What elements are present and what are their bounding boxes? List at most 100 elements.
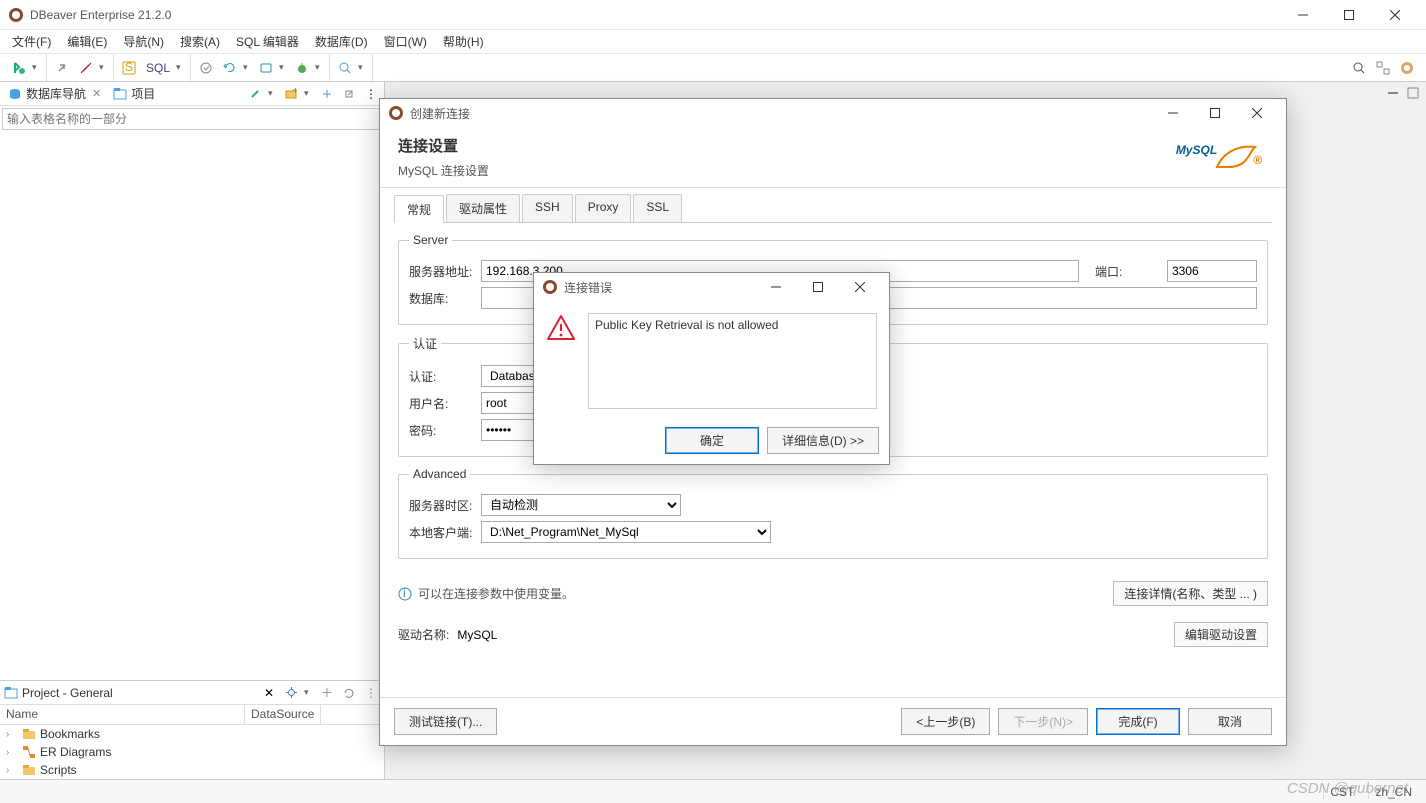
local-client-select[interactable]: D:\Net_Program\Net_MySql	[481, 521, 771, 543]
nav-filter[interactable]	[2, 108, 382, 130]
error-details-button[interactable]: 详细信息(D) >>	[767, 427, 879, 454]
cancel-button[interactable]: 取消	[1188, 708, 1272, 735]
chevron-right-icon[interactable]: ›	[6, 747, 18, 758]
chevron-down-icon[interactable]: ▾	[304, 687, 314, 698]
port-input[interactable]	[1167, 260, 1257, 282]
close-icon[interactable]: ✕	[264, 686, 274, 700]
plug-connect-icon[interactable]	[51, 57, 73, 79]
tab-driver-props[interactable]: 驱动属性	[446, 194, 520, 222]
error-maximize-button[interactable]	[797, 274, 839, 300]
dialog-titlebar[interactable]: 创建新连接	[380, 99, 1286, 127]
restore-view-icon[interactable]	[1404, 84, 1422, 102]
server-tz-select[interactable]: 自动检测	[481, 494, 681, 516]
menu-search[interactable]: 搜索(A)	[172, 31, 228, 52]
transaction-icon[interactable]	[255, 57, 277, 79]
menu-help[interactable]: 帮助(H)	[435, 31, 492, 52]
minimize-view-icon[interactable]	[1384, 84, 1402, 102]
connect-tool-icon[interactable]	[246, 85, 264, 103]
window-titlebar: DBeaver Enterprise 21.2.0	[0, 0, 1426, 30]
search-toolbar-icon[interactable]	[1348, 57, 1370, 79]
menu-database[interactable]: 数据库(D)	[307, 31, 376, 52]
local-client-label: 本地客户端:	[409, 524, 473, 541]
dialog-subheading: MySQL 连接设置	[398, 162, 489, 179]
perspective-switch-icon[interactable]	[1372, 57, 1394, 79]
chevron-down-icon[interactable]: ▾	[176, 62, 186, 73]
commit-icon[interactable]	[195, 57, 217, 79]
view-menu-icon[interactable]: ⋮	[362, 684, 380, 702]
back-button[interactable]: <上一步(B)	[901, 708, 990, 735]
test-connection-button[interactable]: 测试链接(T)...	[394, 708, 497, 735]
perspective-icon[interactable]	[1396, 57, 1418, 79]
menu-file[interactable]: 文件(F)	[4, 31, 59, 52]
error-ok-button[interactable]: 确定	[665, 427, 759, 454]
collapse-icon[interactable]	[318, 85, 336, 103]
tree-item-scripts[interactable]: › Scripts	[0, 761, 384, 779]
dialog-header: 连接设置 MySQL 连接设置 MySQL ®	[380, 127, 1286, 188]
window-minimize-button[interactable]	[1280, 0, 1326, 30]
app-icon	[388, 105, 404, 121]
finish-button[interactable]: 完成(F)	[1096, 708, 1180, 735]
chevron-right-icon[interactable]: ›	[6, 729, 18, 740]
add-icon[interactable]: ＋	[318, 684, 336, 702]
error-close-button[interactable]	[839, 274, 881, 300]
chevron-down-icon[interactable]: ▾	[243, 62, 253, 73]
tab-ssl[interactable]: SSL	[633, 194, 682, 222]
dialog-minimize-button[interactable]	[1152, 100, 1194, 126]
window-close-button[interactable]	[1372, 0, 1418, 30]
project-tree[interactable]: › Bookmarks › ER Diagrams › Scripts	[0, 725, 384, 779]
app-icon	[8, 7, 24, 23]
search-icon[interactable]	[334, 57, 356, 79]
menu-window[interactable]: 窗口(W)	[376, 31, 435, 52]
view-db-navigator[interactable]: 数据库导航 ✕	[4, 83, 105, 104]
sql-label: SQL	[142, 61, 174, 75]
chevron-right-icon[interactable]: ›	[6, 765, 18, 776]
window-maximize-button[interactable]	[1326, 0, 1372, 30]
view-projects[interactable]: 项目	[109, 83, 159, 104]
chevron-down-icon[interactable]: ▾	[358, 62, 368, 73]
tree-item-bookmarks[interactable]: › Bookmarks	[0, 725, 384, 743]
refresh-icon[interactable]	[340, 684, 358, 702]
rollback-icon[interactable]	[219, 57, 241, 79]
port-label: 端口:	[1095, 263, 1159, 280]
database-navigator-tree[interactable]	[0, 132, 384, 680]
chevron-down-icon[interactable]: ▾	[32, 62, 42, 73]
connection-details-button[interactable]: 连接详情(名称、类型 ... )	[1113, 581, 1268, 606]
chevron-down-icon[interactable]: ▾	[279, 62, 289, 73]
bug-icon[interactable]	[291, 57, 313, 79]
menu-navigate[interactable]: 导航(N)	[115, 31, 172, 52]
svg-text:+: +	[292, 88, 297, 97]
edit-driver-button[interactable]: 编辑驱动设置	[1174, 622, 1268, 647]
chevron-down-icon[interactable]: ▾	[99, 62, 109, 73]
col-datasource[interactable]: DataSource	[245, 705, 321, 724]
col-name[interactable]: Name	[0, 705, 245, 724]
toolbar: ▾ ▾ S SQL ▾ ▾ ▾ ▾ ▾	[0, 54, 1426, 82]
navigator-tabs: 数据库导航 ✕ 项目 ▾ + ▾ ⋮	[0, 82, 384, 106]
plug-disconnect-icon[interactable]	[75, 57, 97, 79]
view-menu-icon[interactable]: ⋮	[362, 85, 380, 103]
nav-filter-input[interactable]	[3, 109, 381, 129]
chevron-down-icon[interactable]: ▾	[315, 62, 325, 73]
tab-general[interactable]: 常规	[394, 195, 444, 223]
dialog-close-button[interactable]	[1236, 100, 1278, 126]
error-message[interactable]: Public Key Retrieval is not allowed	[588, 313, 877, 409]
chevron-down-icon[interactable]: ▾	[304, 88, 314, 99]
view-db-navigator-label: 数据库导航	[26, 85, 86, 102]
error-dialog-title: 连接错误	[564, 279, 755, 296]
dialog-maximize-button[interactable]	[1194, 100, 1236, 126]
sql-editor-icon[interactable]: S	[118, 57, 140, 79]
statusbar: CST zh_CN	[0, 779, 1426, 803]
new-folder-icon[interactable]: +	[282, 85, 300, 103]
link-editor-icon[interactable]	[340, 85, 358, 103]
close-icon[interactable]: ✕	[92, 87, 101, 100]
tab-proxy[interactable]: Proxy	[575, 194, 632, 222]
chevron-down-icon[interactable]: ▾	[268, 88, 278, 99]
tab-ssh[interactable]: SSH	[522, 194, 573, 222]
error-minimize-button[interactable]	[755, 274, 797, 300]
legend-auth: 认证	[409, 335, 441, 352]
error-dialog-titlebar[interactable]: 连接错误	[534, 273, 889, 301]
tree-item-er-diagrams[interactable]: › ER Diagrams	[0, 743, 384, 761]
gear-icon[interactable]	[282, 684, 300, 702]
new-connection-icon[interactable]	[8, 57, 30, 79]
menu-sql-editor[interactable]: SQL 编辑器	[228, 31, 307, 52]
menu-edit[interactable]: 编辑(E)	[59, 31, 115, 52]
